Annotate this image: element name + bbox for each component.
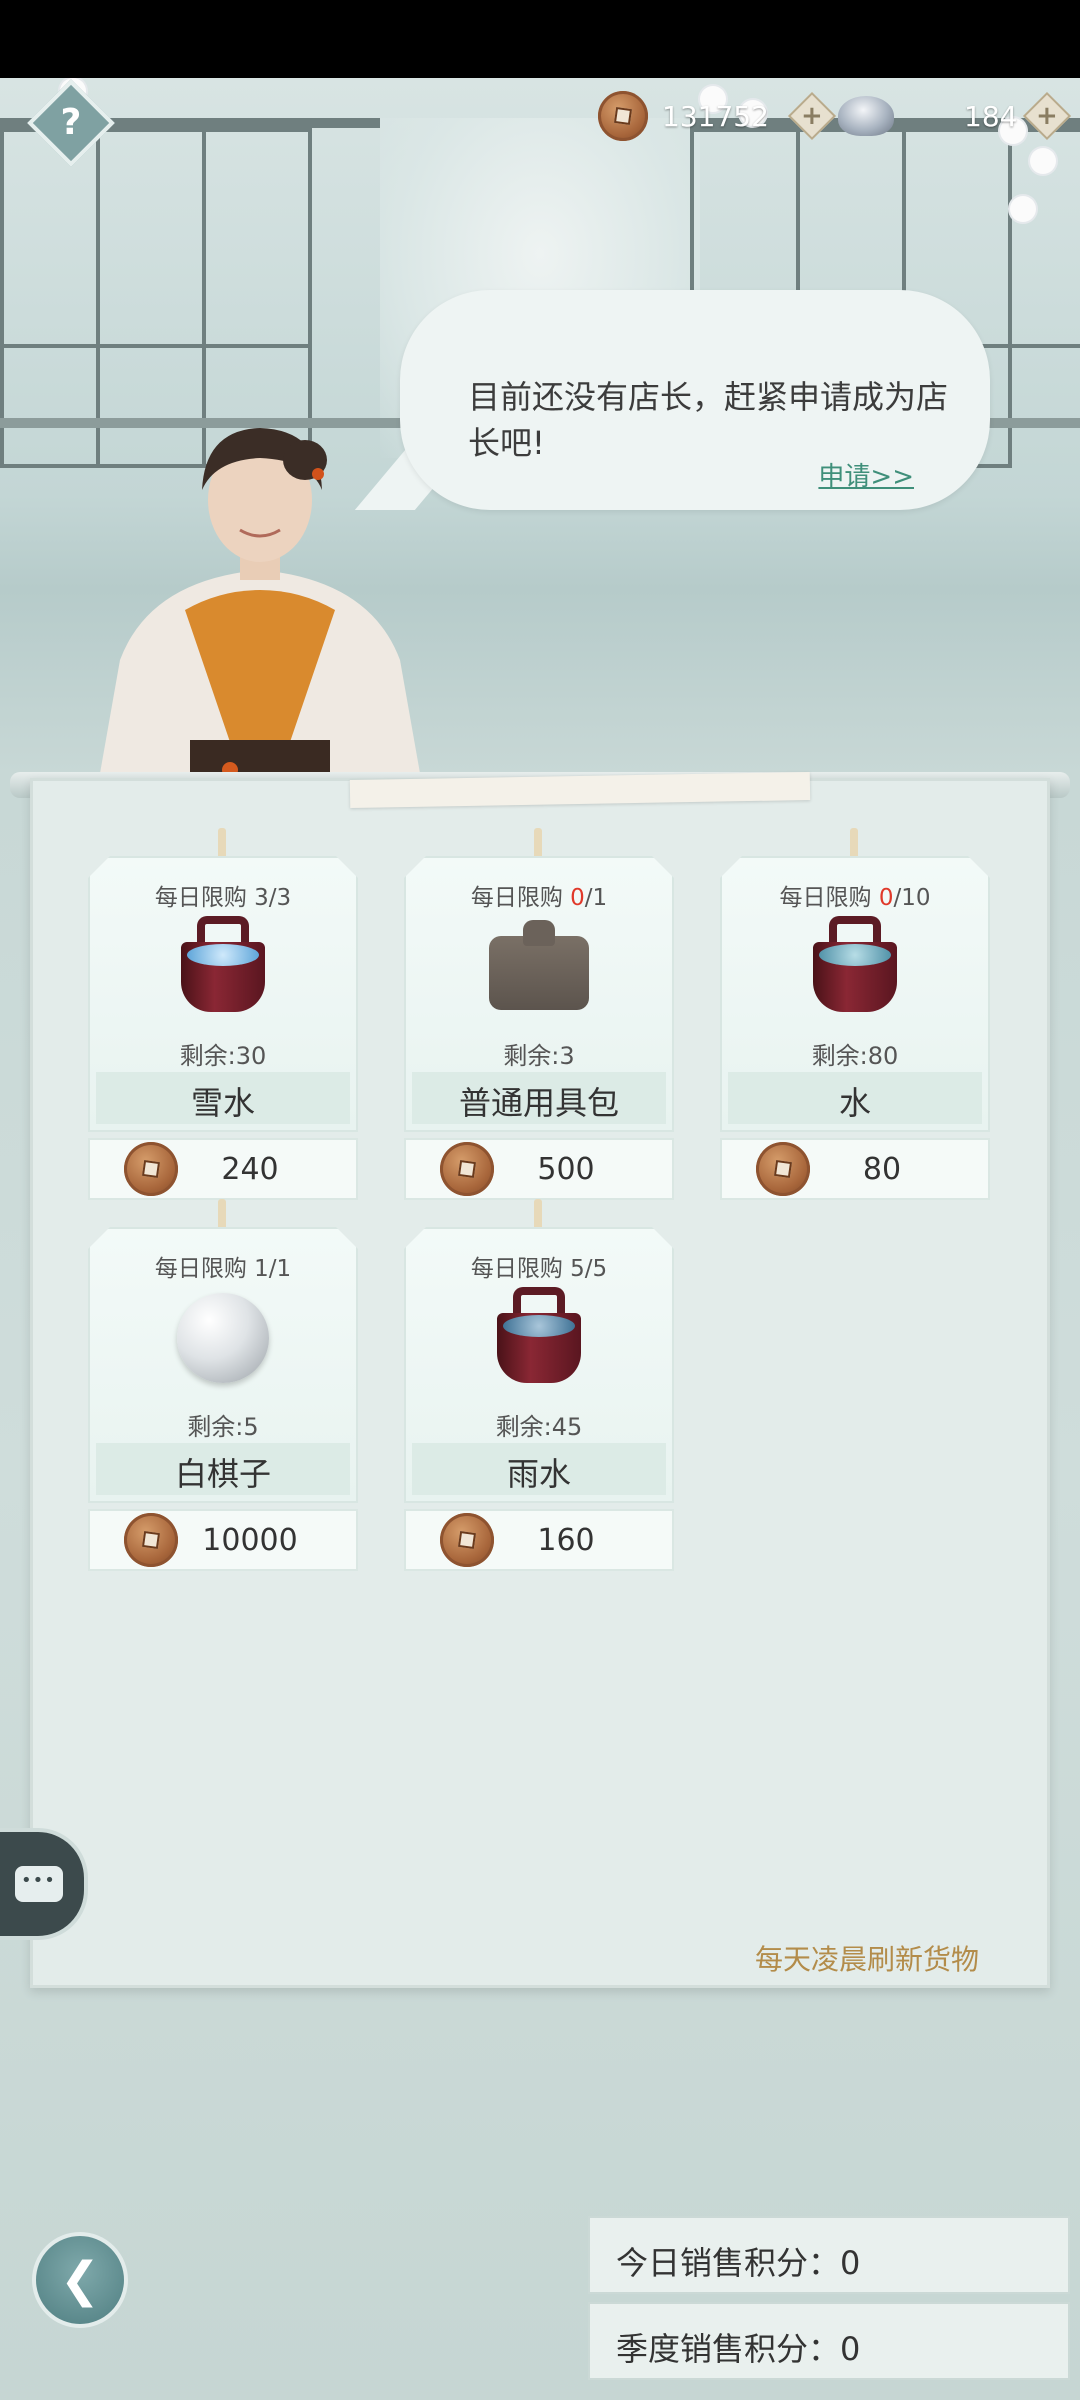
snow-water-bucket-icon	[173, 916, 273, 1016]
limit-max: /1	[268, 1256, 292, 1282]
limit-max: /5	[584, 1256, 608, 1282]
question-icon: ?	[60, 102, 82, 143]
limit-label: 每日限购	[154, 885, 247, 911]
limit-max: /1	[584, 885, 608, 911]
blossom-decoration	[1030, 148, 1056, 174]
today-score-label: 今日销售积分：0	[616, 2244, 861, 2282]
silver-currency: 184	[838, 88, 1017, 144]
item-price: 10000	[202, 1522, 298, 1558]
tool-bundle-icon	[489, 916, 589, 1016]
copper-coin-icon	[124, 1513, 178, 1567]
limit-label: 每日限购	[779, 885, 872, 911]
shopkeeper-character	[90, 428, 430, 830]
daily-limit: 每日限购 0/1	[404, 878, 674, 912]
water-bucket-icon	[805, 916, 905, 1016]
limit-label: 每日限购	[154, 1256, 247, 1282]
daily-limit: 每日限购 0/10	[720, 878, 990, 912]
item-name: 白棋子	[174, 1455, 271, 1493]
limit-current: 5	[570, 1256, 585, 1282]
price-bar[interactable]: 500	[404, 1138, 674, 1200]
back-arrow-icon: ❮	[59, 2252, 101, 2308]
rain-water-bucket-icon	[489, 1287, 589, 1387]
season-sales-score: 季度销售积分：0	[588, 2302, 1070, 2380]
limit-label: 每日限购	[470, 885, 563, 911]
copper-coin-icon	[756, 1142, 810, 1196]
shop-item-card[interactable]: 每日限购 1/1 剩余:5 白棋子 10000	[88, 1199, 358, 1571]
season-score-label: 季度销售积分：0	[616, 2330, 861, 2368]
chat-bubble-icon	[15, 1866, 63, 1902]
shopkeeper-message: 目前还没有店长，赶紧申请成为店长吧!	[468, 378, 949, 462]
item-remaining: 剩余:5	[187, 1413, 259, 1441]
item-price: 240	[221, 1151, 279, 1187]
item-name: 雪水	[190, 1084, 255, 1122]
item-name: 雨水	[506, 1455, 571, 1493]
copper-coin-icon	[440, 1142, 494, 1196]
speech-bubble: 目前还没有店长，赶紧申请成为店长吧! 申请>>	[400, 290, 990, 510]
copper-currency: 131752	[598, 88, 769, 144]
item-name: 普通用具包	[458, 1084, 619, 1122]
item-remaining: 剩余:3	[503, 1042, 575, 1070]
daily-limit: 每日限购 1/1	[88, 1249, 358, 1283]
copper-amount: 131752	[662, 99, 769, 133]
limit-max: /10	[893, 885, 931, 911]
limit-current: 0	[570, 885, 585, 911]
item-remaining: 剩余:45	[495, 1413, 583, 1441]
item-remaining: 剩余:30	[179, 1042, 267, 1070]
copper-coin-icon	[598, 91, 648, 141]
item-price: 160	[537, 1522, 595, 1558]
item-name: 水	[838, 1084, 871, 1122]
price-bar[interactable]: 10000	[88, 1509, 358, 1571]
shop-item-card[interactable]: 每日限购 5/5 剩余:45 雨水 160	[404, 1199, 674, 1571]
shop-item-card[interactable]: 每日限购 0/10 剩余:80 水 80	[720, 828, 990, 1200]
today-sales-score: 今日销售积分：0	[588, 2216, 1070, 2294]
price-bar[interactable]: 80	[720, 1138, 990, 1200]
plus-icon: +	[801, 100, 823, 131]
limit-current: 1	[254, 1256, 269, 1282]
silver-amount: 184	[964, 99, 1018, 133]
price-bar[interactable]: 240	[88, 1138, 358, 1200]
item-remaining: 剩余:80	[811, 1042, 899, 1070]
refresh-note: 每天凌晨刷新货物	[755, 1943, 980, 1976]
blossom-decoration	[1010, 196, 1036, 222]
shop-item-card[interactable]: 每日限购 0/1 剩余:3 普通用具包 500	[404, 828, 674, 1200]
daily-limit: 每日限购 5/5	[404, 1249, 674, 1283]
chat-button[interactable]	[0, 1828, 88, 1940]
copper-coin-icon	[124, 1142, 178, 1196]
apply-link[interactable]: 申请>>	[818, 456, 914, 493]
price-bar[interactable]: 160	[404, 1509, 674, 1571]
item-price: 80	[862, 1151, 902, 1187]
copper-coin-icon	[440, 1513, 494, 1567]
back-button[interactable]: ❮	[32, 2232, 128, 2328]
limit-max: /3	[268, 885, 292, 911]
daily-limit: 每日限购 3/3	[88, 878, 358, 912]
item-price: 500	[537, 1151, 595, 1187]
silver-ingot-icon	[838, 96, 894, 136]
status-bar	[0, 0, 1080, 78]
limit-current: 3	[254, 885, 269, 911]
shop-item-card[interactable]: 每日限购 3/3 剩余:30 雪水 240	[88, 828, 358, 1200]
limit-label: 每日限购	[470, 1256, 563, 1282]
white-go-stone-icon	[173, 1287, 273, 1387]
plus-icon: +	[1036, 100, 1058, 131]
limit-current: 0	[878, 885, 894, 911]
